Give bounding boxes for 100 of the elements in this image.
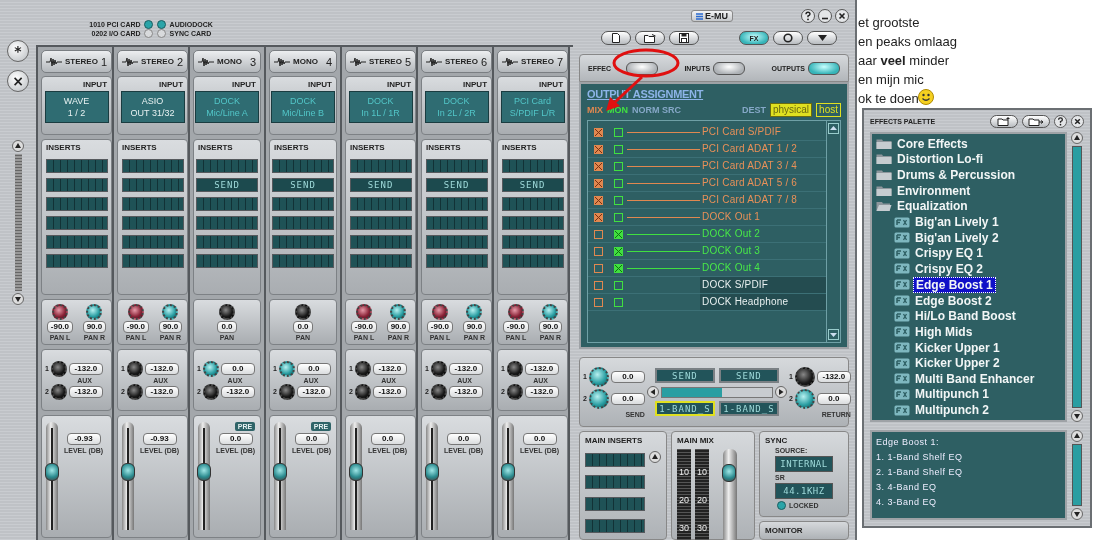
pan-value[interactable]: -90.0	[502, 320, 530, 333]
tree-item[interactable]: Multipunch 2	[913, 403, 991, 418]
send-knob[interactable]	[588, 366, 609, 387]
mon-checkbox[interactable]	[614, 127, 623, 137]
scroll-down-icon[interactable]	[12, 293, 24, 305]
level-value[interactable]: 0.0	[370, 433, 405, 445]
aux-value[interactable]: -132.0	[372, 362, 407, 375]
mon-checkbox[interactable]	[614, 144, 623, 154]
pan-knob[interactable]	[466, 303, 483, 320]
channel-header[interactable]: MONO 3	[193, 50, 261, 73]
aux-value[interactable]: -132.0	[68, 362, 103, 375]
open-button[interactable]	[635, 31, 665, 45]
pan-value[interactable]: 0.0	[217, 320, 237, 333]
move-folder-button[interactable]	[1022, 114, 1050, 128]
fader-track[interactable]	[502, 422, 514, 530]
help-icon[interactable]	[801, 9, 815, 23]
aux-knob[interactable]	[506, 383, 523, 400]
level-value[interactable]: -0.93	[142, 433, 177, 445]
scroll-down-icon[interactable]	[1071, 508, 1083, 520]
level-value[interactable]: 0.0	[522, 433, 557, 445]
send-knob[interactable]	[588, 388, 609, 409]
pan-knob[interactable]	[295, 303, 311, 320]
aux-value[interactable]: 0.0	[296, 362, 331, 375]
pan-value[interactable]: 90.0	[82, 320, 107, 333]
channel-header[interactable]: MONO 4	[269, 50, 337, 73]
tab-button[interactable]	[625, 61, 658, 75]
scroll-up-icon[interactable]	[649, 451, 661, 463]
mix-checkbox[interactable]	[594, 246, 603, 256]
scrollbar[interactable]	[646, 386, 787, 398]
fader-thumb[interactable]	[45, 462, 59, 481]
pan-knob[interactable]	[51, 303, 68, 320]
tree-item[interactable]: High Mids	[913, 324, 975, 339]
scroll-left-icon[interactable]	[646, 386, 659, 398]
fader-track[interactable]	[426, 422, 438, 530]
send-slot[interactable]: SEND	[654, 368, 715, 383]
pan-knob[interactable]	[507, 303, 524, 320]
return-value[interactable]: 0.0	[816, 392, 851, 405]
aux-knob[interactable]	[126, 360, 143, 377]
pan-value[interactable]: -90.0	[122, 320, 150, 333]
mix-checkbox[interactable]	[594, 297, 603, 307]
rail-button[interactable]: ×	[7, 70, 29, 92]
insert-slot[interactable]: SEND	[425, 178, 488, 192]
pan-knob[interactable]	[542, 303, 559, 320]
new-button[interactable]	[601, 31, 631, 45]
new-folder-button[interactable]	[990, 114, 1018, 128]
aux-knob[interactable]	[430, 383, 447, 400]
aux-knob[interactable]	[354, 383, 371, 400]
mix-checkbox[interactable]	[594, 212, 603, 222]
fader-thumb[interactable]	[121, 462, 135, 481]
pan-knob[interactable]	[355, 303, 372, 320]
aux-value[interactable]: -132.0	[144, 362, 179, 375]
return-knob[interactable]	[794, 388, 815, 409]
pan-knob[interactable]	[162, 303, 179, 320]
aux-value[interactable]: -132.0	[68, 385, 103, 398]
tree-item[interactable]: Kicker Upper 2	[913, 356, 1002, 371]
tree-folder[interactable]: Environment	[895, 183, 973, 198]
fader-thumb[interactable]	[722, 464, 736, 483]
destination-name[interactable]: DOCK Out 2	[700, 226, 826, 242]
channel-header[interactable]: STEREO 6	[421, 50, 493, 73]
destination-name[interactable]: DOCK S/PDIF	[700, 277, 826, 293]
tree-folder[interactable]: Core Effects	[895, 136, 970, 151]
fader-thumb[interactable]	[425, 462, 439, 481]
insert-slot[interactable]: SEND	[349, 178, 412, 192]
destination-name[interactable]: DOCK Out 4	[700, 260, 826, 276]
minimize-icon[interactable]	[818, 9, 832, 23]
rail-button[interactable]: *	[7, 40, 29, 62]
fader-track[interactable]	[46, 422, 58, 530]
mix-checkbox[interactable]	[594, 144, 603, 154]
scroll-up-icon[interactable]	[1071, 132, 1083, 144]
tree-item[interactable]: Hi/Lo Band Boost	[913, 309, 1018, 324]
help-icon[interactable]	[1054, 114, 1067, 128]
aux-value[interactable]: -132.0	[524, 362, 559, 375]
mix-checkbox[interactable]	[594, 229, 603, 239]
aux-value[interactable]: -132.0	[448, 362, 483, 375]
source-display[interactable]: INTERNAL	[775, 456, 833, 472]
aux-value[interactable]: -132.0	[372, 385, 407, 398]
scroll-down-icon[interactable]	[1071, 410, 1083, 422]
scroll-up-icon[interactable]	[828, 123, 839, 134]
mon-checkbox[interactable]	[614, 195, 623, 205]
scrollbar[interactable]	[826, 121, 840, 342]
tree-item[interactable]: Big'an Lively 1	[913, 215, 1001, 229]
aux-knob[interactable]	[278, 383, 295, 400]
channel-header[interactable]: STEREO 7	[497, 50, 569, 73]
pan-knob[interactable]	[86, 303, 103, 320]
send-value[interactable]: 0.0	[610, 392, 645, 405]
aux-knob[interactable]	[430, 360, 447, 377]
mix-checkbox[interactable]	[594, 178, 603, 188]
fader-thumb[interactable]	[197, 462, 211, 481]
mon-checkbox[interactable]	[614, 229, 623, 239]
tree-item[interactable]: Multipunch 1	[913, 387, 991, 402]
aux-knob[interactable]	[278, 360, 295, 377]
scrollbar[interactable]	[1070, 430, 1084, 520]
mix-checkbox[interactable]	[594, 127, 603, 137]
aux-knob[interactable]	[202, 360, 219, 377]
fader-thumb[interactable]	[349, 462, 363, 481]
scroll-down-icon[interactable]	[828, 329, 839, 340]
scroll-up-icon[interactable]	[1071, 430, 1083, 442]
aux-value[interactable]: -132.0	[220, 385, 255, 398]
mix-checkbox[interactable]	[594, 280, 603, 290]
fader-track[interactable]	[198, 422, 210, 530]
